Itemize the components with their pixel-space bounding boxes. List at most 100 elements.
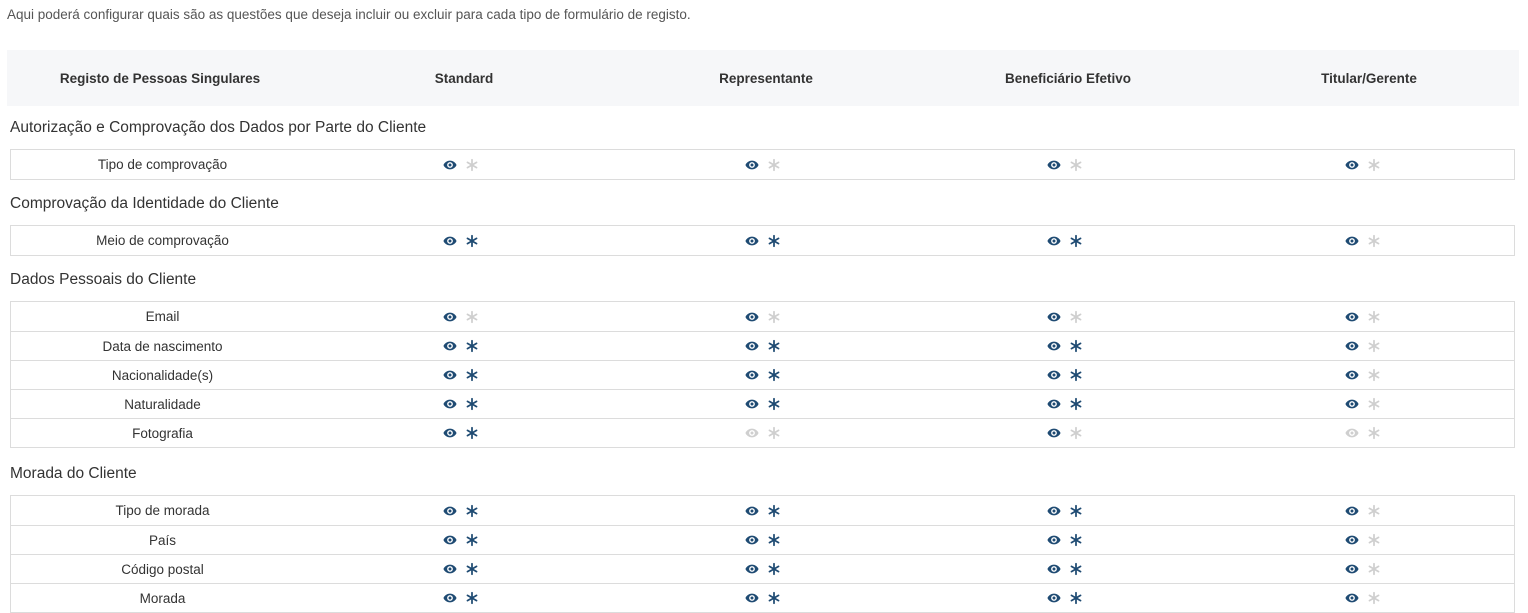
- asterisk-icon[interactable]: [767, 234, 781, 248]
- cell-beneficiario: [918, 339, 1220, 353]
- asterisk-icon[interactable]: [1069, 562, 1083, 576]
- asterisk-icon[interactable]: [1069, 339, 1083, 353]
- asterisk-icon[interactable]: [1069, 310, 1083, 324]
- eye-icon[interactable]: [443, 234, 457, 248]
- eye-icon[interactable]: [443, 339, 457, 353]
- eye-icon[interactable]: [1047, 397, 1061, 411]
- cell-titular: [1220, 339, 1514, 353]
- eye-icon[interactable]: [745, 368, 759, 382]
- column-header-beneficiario: Beneficiário Efetivo: [1004, 70, 1132, 86]
- section-table-identidade: Meio de comprovação: [10, 225, 1515, 256]
- asterisk-icon[interactable]: [1069, 533, 1083, 547]
- asterisk-icon[interactable]: [767, 426, 781, 440]
- asterisk-icon[interactable]: [465, 504, 479, 518]
- asterisk-icon[interactable]: [767, 368, 781, 382]
- asterisk-icon[interactable]: [1069, 591, 1083, 605]
- asterisk-icon[interactable]: [1069, 397, 1083, 411]
- cell-beneficiario: [918, 504, 1220, 518]
- eye-icon[interactable]: [443, 426, 457, 440]
- eye-icon[interactable]: [443, 368, 457, 382]
- eye-icon[interactable]: [745, 234, 759, 248]
- asterisk-icon[interactable]: [1367, 591, 1381, 605]
- asterisk-icon[interactable]: [465, 562, 479, 576]
- asterisk-icon[interactable]: [767, 504, 781, 518]
- asterisk-icon[interactable]: [1367, 562, 1381, 576]
- eye-icon[interactable]: [745, 533, 759, 547]
- eye-icon[interactable]: [745, 158, 759, 172]
- asterisk-icon[interactable]: [1367, 339, 1381, 353]
- eye-icon[interactable]: [443, 158, 457, 172]
- eye-icon[interactable]: [1047, 591, 1061, 605]
- eye-icon[interactable]: [1345, 368, 1359, 382]
- eye-icon[interactable]: [745, 339, 759, 353]
- asterisk-icon[interactable]: [465, 310, 479, 324]
- eye-icon[interactable]: [745, 504, 759, 518]
- eye-icon[interactable]: [1047, 310, 1061, 324]
- asterisk-icon[interactable]: [1367, 426, 1381, 440]
- eye-icon[interactable]: [443, 533, 457, 547]
- eye-icon[interactable]: [1345, 504, 1359, 518]
- asterisk-icon[interactable]: [1069, 426, 1083, 440]
- asterisk-icon[interactable]: [1367, 397, 1381, 411]
- eye-icon[interactable]: [1047, 234, 1061, 248]
- row-label: Morada: [139, 590, 186, 606]
- asterisk-icon[interactable]: [767, 591, 781, 605]
- eye-icon[interactable]: [745, 562, 759, 576]
- eye-icon[interactable]: [1345, 339, 1359, 353]
- asterisk-icon[interactable]: [1069, 504, 1083, 518]
- asterisk-icon[interactable]: [1367, 368, 1381, 382]
- asterisk-icon[interactable]: [767, 310, 781, 324]
- asterisk-icon[interactable]: [1069, 234, 1083, 248]
- eye-icon[interactable]: [1047, 504, 1061, 518]
- eye-icon[interactable]: [443, 310, 457, 324]
- section-title-morada: Morada do Cliente: [10, 465, 137, 482]
- table-row: Data de nascimento: [11, 331, 1514, 360]
- eye-icon[interactable]: [1047, 533, 1061, 547]
- eye-icon[interactable]: [1047, 368, 1061, 382]
- eye-icon[interactable]: [745, 397, 759, 411]
- asterisk-icon[interactable]: [767, 339, 781, 353]
- asterisk-icon[interactable]: [767, 562, 781, 576]
- eye-icon[interactable]: [443, 397, 457, 411]
- asterisk-icon[interactable]: [465, 339, 479, 353]
- eye-icon[interactable]: [1345, 234, 1359, 248]
- eye-icon[interactable]: [443, 562, 457, 576]
- asterisk-icon[interactable]: [1367, 533, 1381, 547]
- eye-icon[interactable]: [745, 591, 759, 605]
- eye-icon[interactable]: [1345, 158, 1359, 172]
- asterisk-icon[interactable]: [767, 533, 781, 547]
- asterisk-icon[interactable]: [1069, 158, 1083, 172]
- eye-icon[interactable]: [1345, 562, 1359, 576]
- eye-icon[interactable]: [1047, 339, 1061, 353]
- asterisk-icon[interactable]: [465, 158, 479, 172]
- asterisk-icon[interactable]: [1367, 310, 1381, 324]
- column-header-standard: Standard: [434, 70, 494, 86]
- asterisk-icon[interactable]: [767, 158, 781, 172]
- asterisk-icon[interactable]: [1367, 504, 1381, 518]
- asterisk-icon[interactable]: [1367, 234, 1381, 248]
- eye-icon[interactable]: [1345, 310, 1359, 324]
- cell-standard: [314, 158, 616, 172]
- eye-icon[interactable]: [1047, 426, 1061, 440]
- eye-icon[interactable]: [1345, 533, 1359, 547]
- eye-icon[interactable]: [745, 310, 759, 324]
- asterisk-icon[interactable]: [767, 397, 781, 411]
- asterisk-icon[interactable]: [465, 426, 479, 440]
- eye-icon[interactable]: [1047, 562, 1061, 576]
- eye-icon[interactable]: [1345, 591, 1359, 605]
- eye-icon[interactable]: [1345, 397, 1359, 411]
- eye-icon[interactable]: [443, 591, 457, 605]
- asterisk-icon[interactable]: [465, 234, 479, 248]
- asterisk-icon[interactable]: [465, 368, 479, 382]
- row-label: Meio de comprovação: [96, 233, 229, 248]
- asterisk-icon[interactable]: [1069, 368, 1083, 382]
- eye-icon[interactable]: [745, 426, 759, 440]
- asterisk-icon[interactable]: [465, 591, 479, 605]
- asterisk-icon[interactable]: [465, 397, 479, 411]
- eye-icon[interactable]: [1047, 158, 1061, 172]
- eye-icon[interactable]: [1345, 426, 1359, 440]
- cell-representante: [616, 234, 918, 248]
- asterisk-icon[interactable]: [1367, 158, 1381, 172]
- eye-icon[interactable]: [443, 504, 457, 518]
- asterisk-icon[interactable]: [465, 533, 479, 547]
